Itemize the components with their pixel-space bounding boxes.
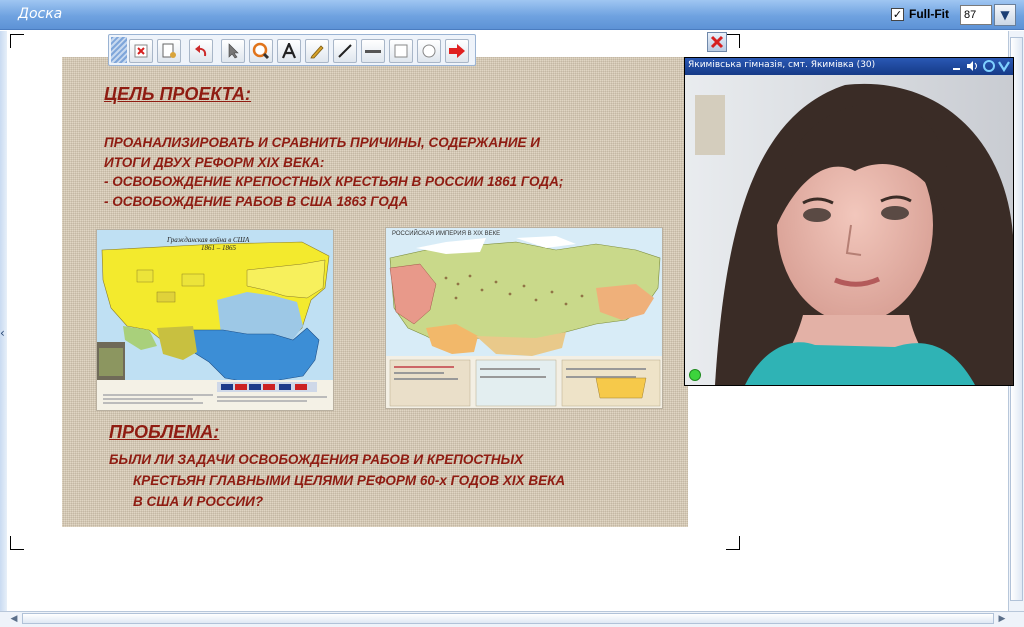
text-tool-button[interactable]: [277, 39, 301, 63]
toolbar-drag-handle[interactable]: [111, 37, 127, 63]
zoom-dropdown-button[interactable]: ▼: [994, 4, 1016, 26]
line-icon: [338, 44, 352, 58]
thick-line-tool-button[interactable]: [361, 39, 385, 63]
fullfit-label: Full-Fit: [909, 7, 949, 21]
problem-heading: ПРОБЛЕМА:: [109, 422, 220, 442]
video-window[interactable]: Якимівська гімназія, смт. Якимівка (30): [684, 57, 1014, 386]
zoom-icon: [252, 42, 270, 60]
video-titlebar[interactable]: Якимівська гімназія, смт. Якимівка (30): [685, 58, 1013, 75]
usa-map-graphic: [97, 230, 333, 410]
chevron-down-icon: ▼: [1000, 8, 1010, 22]
pencil-icon: [310, 45, 324, 59]
problem-body: БЫЛИ ЛИ ЗАДАЧИ ОСВОБОЖДЕНИЯ РАБОВ И КРЕП…: [109, 449, 669, 512]
scroll-left-icon[interactable]: ◀: [8, 613, 20, 625]
undo-icon: [195, 45, 207, 57]
minimize-icon: [953, 68, 960, 70]
horizontal-scroll-thumb[interactable]: [22, 613, 994, 624]
usa-map-title-text: Гражданская война в США: [167, 236, 250, 244]
collapse-left-icon[interactable]: ‹: [0, 326, 7, 340]
zoom-tool-button[interactable]: [249, 39, 273, 63]
russia-map-title: РОССИЙСКАЯ ИМПЕРИЯ В XIX ВЕКЕ: [392, 231, 501, 237]
refresh-icon: [983, 60, 995, 72]
usa-map-years: 1861 – 1865: [201, 244, 236, 252]
new-page-icon: [162, 43, 176, 58]
goal-line: - ОСВОБОЖДЕНИЕ РАБОВ В США 1863 ГОДА: [104, 193, 409, 209]
usa-map-title: Гражданская война в США 1861 – 1865: [167, 236, 249, 252]
undo-button[interactable]: [189, 39, 213, 63]
zoom-input[interactable]: 87: [960, 5, 992, 25]
pointer-button[interactable]: [221, 39, 245, 63]
scroll-right-icon[interactable]: ▶: [996, 613, 1008, 625]
close-board-button[interactable]: [707, 32, 727, 52]
speaker-icon: [967, 61, 973, 71]
circle-tool-button[interactable]: [417, 39, 441, 63]
problem-line: БЫЛИ ЛИ ЗАДАЧИ ОСВОБОЖДЕНИЯ РАБОВ И КРЕП…: [109, 452, 524, 467]
window-title: Доска: [18, 6, 63, 22]
rectangle-tool-button[interactable]: [389, 39, 413, 63]
video-feed: [685, 75, 1013, 385]
new-page-button[interactable]: [157, 39, 181, 63]
drawing-toolbar: [108, 34, 476, 66]
clear-button[interactable]: [129, 39, 153, 63]
goal-line: - ОСВОБОЖДЕНИЕ КРЕПОСТНЫХ КРЕСТЬЯН В РОС…: [104, 174, 564, 189]
board-corner-bottom-right: [726, 536, 740, 550]
pointer-icon: [228, 43, 239, 59]
left-panel-strip: [0, 31, 7, 611]
goal-line: ПРОАНАЛИЗИРОВАТЬ И СРАВНИТЬ ПРИЧИНЫ, СОД…: [104, 135, 540, 150]
board-corner-bottom-left: [10, 536, 24, 550]
video-title: Якимівська гімназія, смт. Якимівка (30): [688, 60, 876, 70]
line-tool-button[interactable]: [333, 39, 357, 63]
problem-line: КРЕСТЬЯН ГЛАВНЫМИ ЦЕЛЯМИ РЕФОРМ 60-х ГОД…: [133, 473, 566, 488]
chevron-down-icon: [998, 61, 1010, 73]
board-corner-top-right: [726, 34, 740, 48]
text-icon: [281, 43, 297, 59]
window-titlebar: Доска ✓ Full-Fit 87 ▼: [0, 0, 1024, 30]
board-corner-top-left: [10, 34, 24, 48]
thick-line-icon: [365, 50, 381, 53]
clear-icon: [134, 44, 148, 58]
close-icon: [710, 35, 724, 49]
connection-status-indicator: [689, 369, 701, 381]
arrow-tool-button[interactable]: [445, 39, 469, 63]
usa-civil-war-map: Гражданская война в США 1861 – 1865: [96, 229, 334, 411]
problem-line: В США И РОССИИ?: [133, 494, 264, 509]
pencil-tool-button[interactable]: [305, 39, 329, 63]
russian-empire-map: РОССИЙСКАЯ ИМПЕРИЯ В XIX ВЕКЕ: [385, 227, 663, 409]
rectangle-icon: [394, 44, 408, 58]
presentation-slide[interactable]: ЦЕЛЬ ПРОЕКТА: ПРОАНАЛИЗИРОВАТЬ И СРАВНИТ…: [62, 57, 688, 527]
webcam-image: [685, 75, 1013, 385]
goal-heading: ЦЕЛЬ ПРОЕКТА:: [104, 84, 252, 104]
goal-line: ИТОГИ ДВУХ РЕФОРМ XIX ВЕКА:: [104, 154, 325, 170]
circle-icon: [422, 44, 436, 58]
video-controls: [953, 60, 1010, 73]
arrow-icon: [449, 44, 465, 58]
fullfit-checkbox[interactable]: ✓: [891, 8, 904, 21]
goal-body: ПРОАНАЛИЗИРОВАТЬ И СРАВНИТЬ ПРИЧИНЫ, СОД…: [104, 133, 684, 211]
russia-map-graphic: [386, 228, 662, 408]
